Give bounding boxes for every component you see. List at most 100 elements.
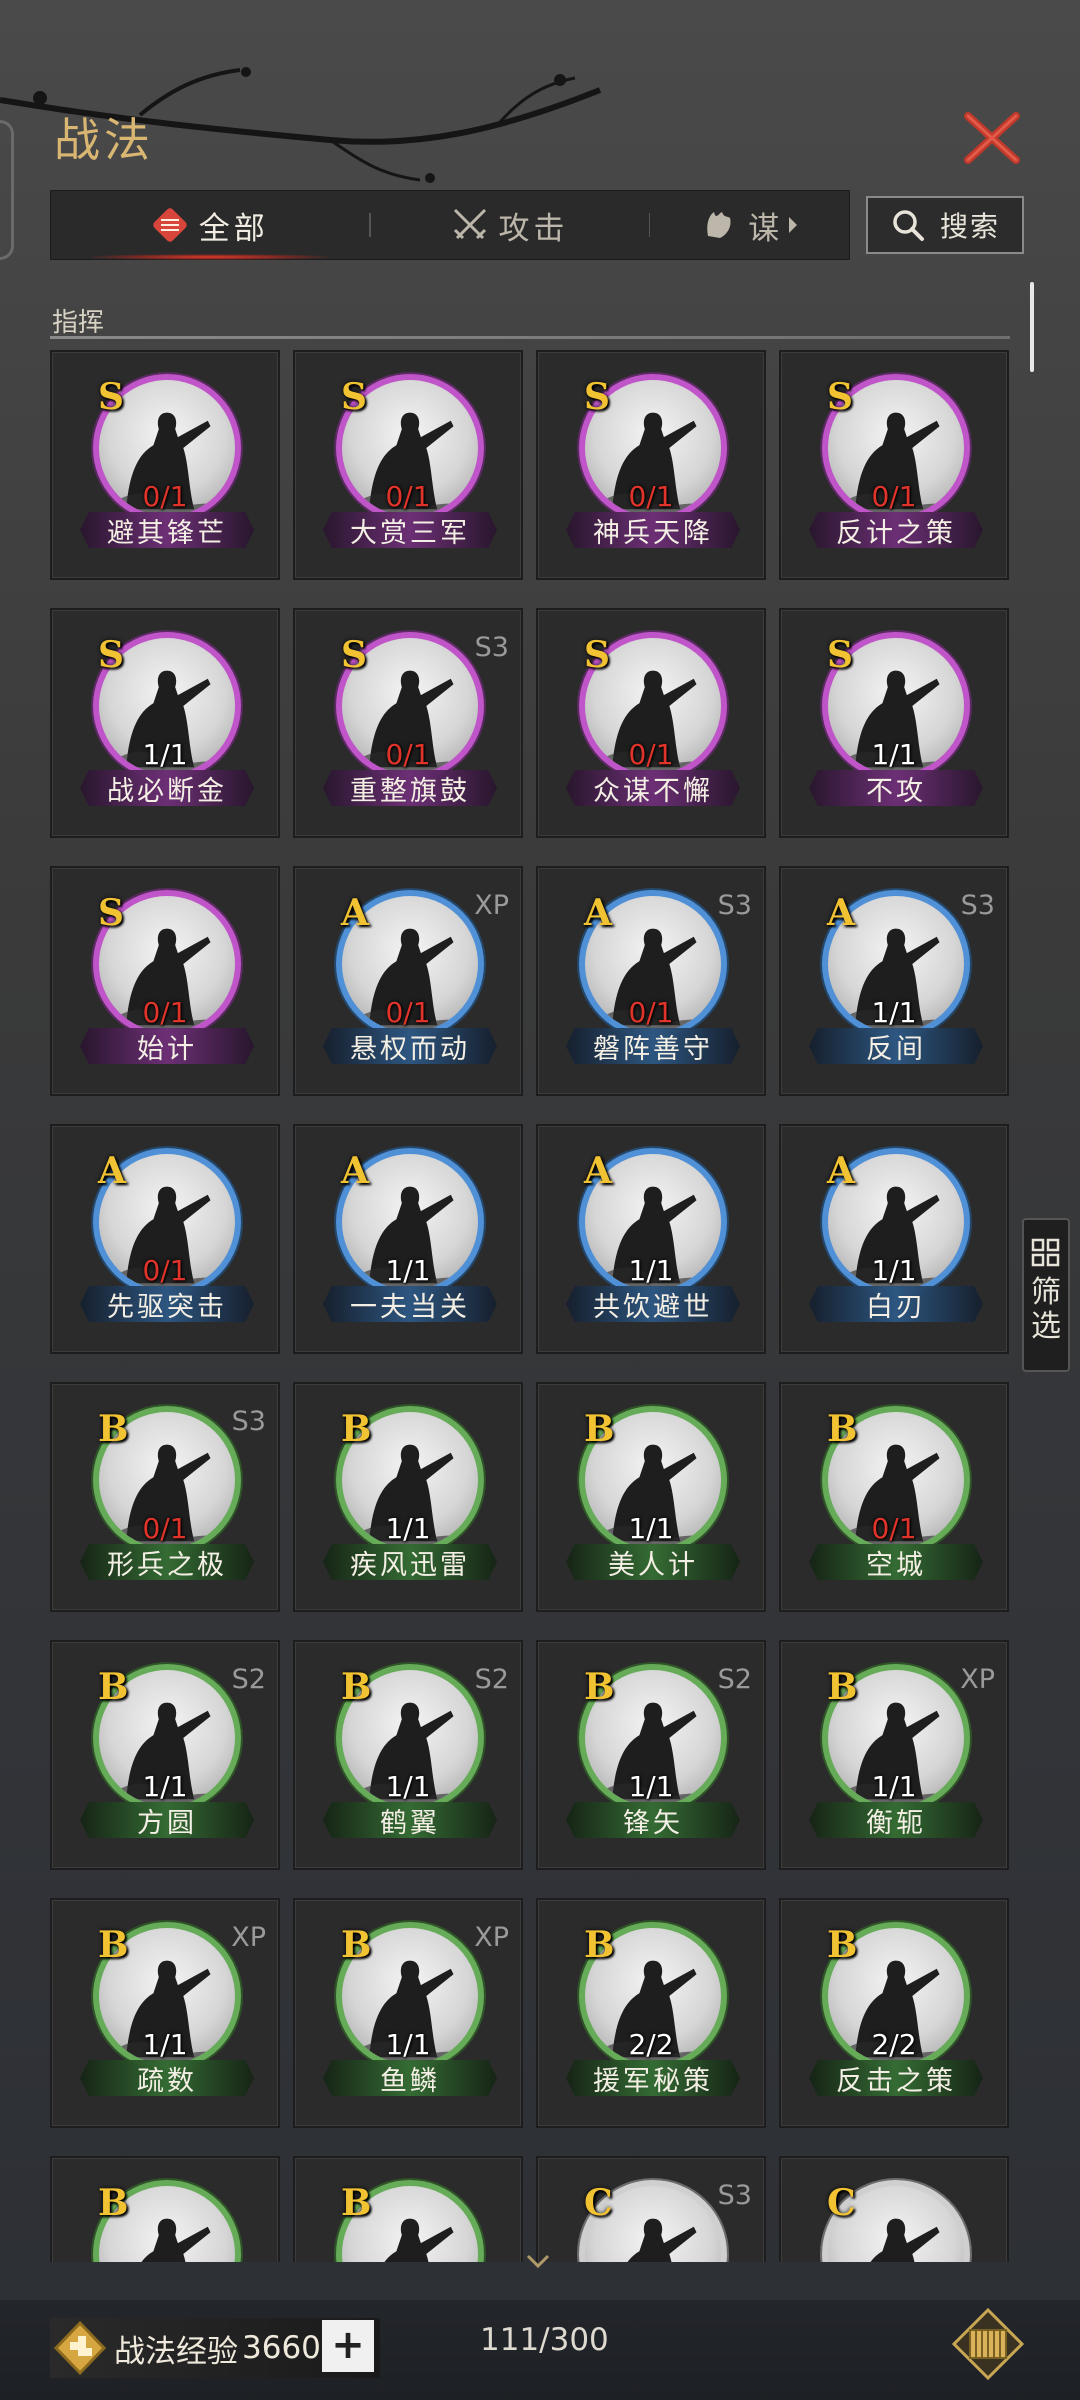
season-tag: XP xyxy=(231,1922,266,1953)
tactic-card[interactable]: B S2 1/1 鹤翼 xyxy=(293,1640,523,1870)
owned-count: 2/2 xyxy=(871,2028,917,2061)
owned-count: 1/1 xyxy=(628,1512,674,1545)
tactic-card[interactable]: A S3 1/1 反间 xyxy=(779,866,1009,1096)
tab-all[interactable]: 全部 xyxy=(51,190,369,260)
grade-badge: B xyxy=(827,1924,858,1966)
tactic-card[interactable]: B 2/2 反击之策 xyxy=(779,1898,1009,2128)
tactic-name: 疏数 xyxy=(80,2060,254,2096)
owned-count: 0/1 xyxy=(142,996,188,1029)
owned-count: 1/1 xyxy=(871,996,917,1029)
tactic-card[interactable]: B 0/1 空城 xyxy=(779,1382,1009,1612)
season-tag: S2 xyxy=(717,1664,752,1695)
grade-badge: B xyxy=(341,1924,372,1966)
tactic-name: 衡轭 xyxy=(809,1802,983,1838)
tactic-name: 反间 xyxy=(809,1028,983,1064)
season-tag: S3 xyxy=(960,890,995,921)
tactic-card[interactable]: S 0/1 众谋不懈 xyxy=(536,608,766,838)
tactic-card[interactable]: B XP 1/1 鱼鳞 xyxy=(293,1898,523,2128)
tactic-name: 磐阵善守 xyxy=(566,1028,740,1064)
tactic-card[interactable]: B xyxy=(293,2156,523,2262)
tactic-card[interactable]: S S3 0/1 重整旗鼓 xyxy=(293,608,523,838)
tactic-card[interactable]: C xyxy=(779,2156,1009,2262)
tab-strategy[interactable]: 谋 xyxy=(650,190,849,260)
tactic-name: 空城 xyxy=(809,1544,983,1580)
tactic-name: 锋矢 xyxy=(566,1802,740,1838)
grade-badge: B xyxy=(341,2182,372,2224)
grade-badge: S xyxy=(827,376,853,418)
grade-badge: B xyxy=(98,1924,129,1966)
owned-count: 0/1 xyxy=(628,480,674,513)
add-exp-button[interactable]: + xyxy=(322,2320,374,2372)
search-button[interactable]: 搜索 xyxy=(866,196,1024,254)
tactic-card[interactable]: S 0/1 反计之策 xyxy=(779,350,1009,580)
tactic-name: 方圆 xyxy=(80,1802,254,1838)
tactic-card[interactable]: S 1/1 不攻 xyxy=(779,608,1009,838)
grade-badge: A xyxy=(341,1150,369,1192)
grade-badge: C xyxy=(584,2182,613,2224)
storage-cart-icon[interactable] xyxy=(950,2306,1026,2382)
tab-attack-label: 攻击 xyxy=(498,210,569,247)
exp-label: 战法经验 xyxy=(114,2333,238,2370)
tactic-capacity: 111/300 xyxy=(480,2322,609,2358)
category-tab-bar: 全部 攻击 谋 xyxy=(50,190,850,260)
tactic-card[interactable]: B 1/1 美人计 xyxy=(536,1382,766,1612)
grade-badge: B xyxy=(98,2182,129,2224)
grade-badge: B xyxy=(827,1408,858,1450)
tactic-card[interactable]: B XP 1/1 疏数 xyxy=(50,1898,280,2128)
season-tag: S3 xyxy=(231,1406,266,1437)
tactic-card[interactable]: S 0/1 大赏三军 xyxy=(293,350,523,580)
tactic-card[interactable]: B 1/1 疾风迅雷 xyxy=(293,1382,523,1612)
grade-badge: B xyxy=(584,1408,615,1450)
grade-badge: S xyxy=(584,376,610,418)
tactic-card[interactable]: S 1/1 战必断金 xyxy=(50,608,280,838)
owned-count: 1/1 xyxy=(628,1770,674,1803)
tactic-name: 神兵天降 xyxy=(566,512,740,548)
tactic-card[interactable]: A 1/1 一夫当关 xyxy=(293,1124,523,1354)
tactic-card[interactable]: B 2/2 援军秘策 xyxy=(536,1898,766,2128)
tactic-name: 不攻 xyxy=(809,770,983,806)
tactic-card[interactable]: B S3 0/1 形兵之极 xyxy=(50,1382,280,1612)
search-label: 搜索 xyxy=(939,210,1000,243)
close-icon[interactable] xyxy=(960,106,1024,170)
tactic-card[interactable]: S 0/1 避其锋芒 xyxy=(50,350,280,580)
grade-badge: A xyxy=(584,892,612,934)
tactic-card[interactable]: B S2 1/1 方圆 xyxy=(50,1640,280,1870)
tactic-name: 悬权而动 xyxy=(323,1028,497,1064)
season-tag: XP xyxy=(474,890,509,921)
owned-count: 1/1 xyxy=(385,2028,431,2061)
owned-count: 1/1 xyxy=(385,1512,431,1545)
grade-badge: A xyxy=(584,1150,612,1192)
tactic-card[interactable]: S 0/1 神兵天降 xyxy=(536,350,766,580)
owned-count: 0/1 xyxy=(385,738,431,771)
filter-button[interactable]: 筛选 xyxy=(1022,1218,1070,1372)
tactic-card[interactable]: S 0/1 始计 xyxy=(50,866,280,1096)
tactic-card[interactable]: C S3 xyxy=(536,2156,766,2262)
section-divider xyxy=(50,336,1010,339)
owned-count: 1/1 xyxy=(628,1254,674,1287)
tactic-card[interactable]: A 0/1 先驱突击 xyxy=(50,1124,280,1354)
grade-badge: A xyxy=(341,892,369,934)
tactic-name: 大赏三军 xyxy=(323,512,497,548)
scroll-icon xyxy=(153,208,187,242)
tactic-card[interactable]: A 1/1 共饮避世 xyxy=(536,1124,766,1354)
grade-badge: S xyxy=(341,376,367,418)
grade-badge: A xyxy=(98,1150,126,1192)
tab-attack[interactable]: 攻击 xyxy=(371,190,649,260)
scrollbar[interactable] xyxy=(1030,282,1034,372)
tactic-card[interactable]: B xyxy=(50,2156,280,2262)
owned-count: 1/1 xyxy=(385,1770,431,1803)
tactic-card[interactable]: B XP 1/1 衡轭 xyxy=(779,1640,1009,1870)
tactic-name: 反计之策 xyxy=(809,512,983,548)
tactic-card[interactable]: B S2 1/1 锋矢 xyxy=(536,1640,766,1870)
tactic-card[interactable]: A S3 0/1 磐阵善守 xyxy=(536,866,766,1096)
search-icon xyxy=(893,210,924,241)
tactic-list[interactable]: S 0/1 避其锋芒 S 0/1 大赏三军 S 0/1 神兵天降 S 0/1 反计之策 S 1/1 战必断金… xyxy=(50,350,1010,2262)
tactic-name: 鹤翼 xyxy=(323,1802,497,1838)
grade-badge: B xyxy=(827,1666,858,1708)
grade-badge: B xyxy=(584,1666,615,1708)
grade-badge: S xyxy=(341,634,367,676)
owned-count: 1/1 xyxy=(871,1770,917,1803)
tactic-name: 形兵之极 xyxy=(80,1544,254,1580)
tactic-card[interactable]: A 1/1 白刃 xyxy=(779,1124,1009,1354)
tactic-card[interactable]: A XP 0/1 悬权而动 xyxy=(293,866,523,1096)
